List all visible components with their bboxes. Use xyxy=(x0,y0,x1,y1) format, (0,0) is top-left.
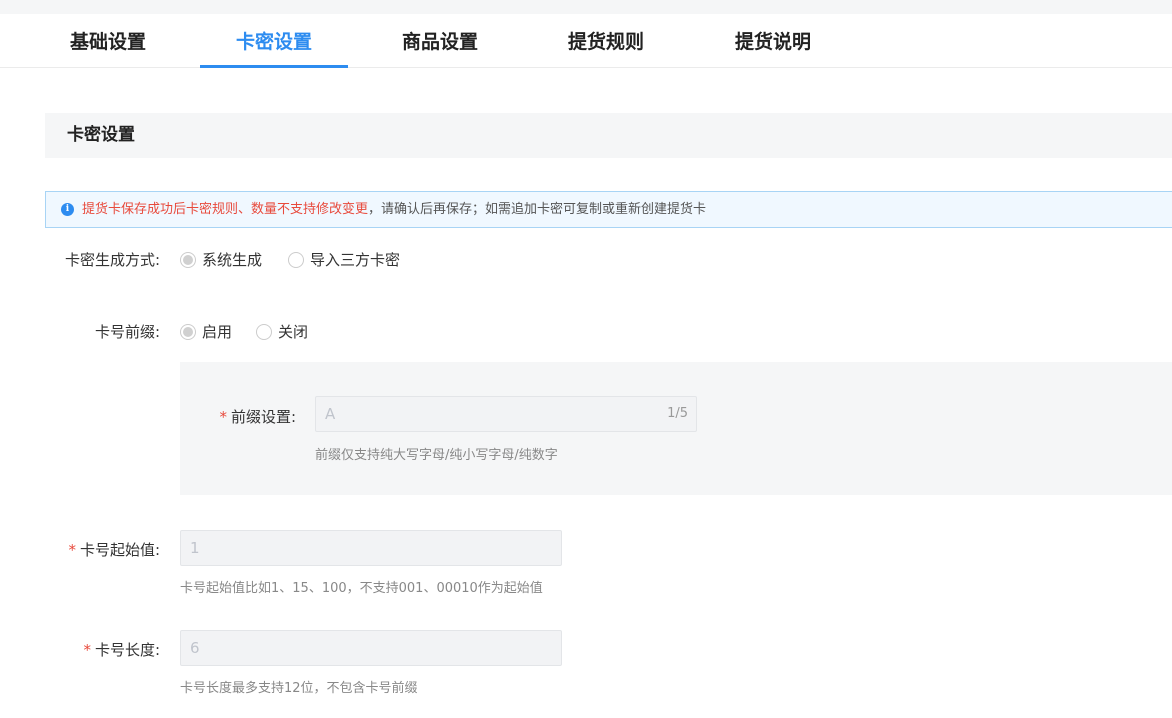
info-icon: i xyxy=(61,203,74,216)
required-asterisk: * xyxy=(83,641,91,659)
radio-label: 导入三方卡密 xyxy=(310,251,401,269)
tab-card-settings[interactable]: 卡密设置 xyxy=(200,14,348,68)
prefix-input[interactable]: A 1/5 xyxy=(315,396,697,432)
radio-circle-icon xyxy=(256,324,272,340)
notice-text: ，请确认后再保存；如需追加卡密可复制或重新创建提货卡 xyxy=(368,202,707,217)
radio-prefix-enable[interactable]: 启用 xyxy=(180,321,232,342)
start-value-hint: 卡号起始值比如1、15、100，不支持001、00010作为起始值 xyxy=(180,581,543,596)
radio-label: 启用 xyxy=(202,323,233,341)
length-label: * 卡号长度: xyxy=(83,639,160,660)
notice-warning-text: 提货卡保存成功后卡密规则、数量不支持修改变更 xyxy=(82,202,369,217)
prefix-label: 卡号前缀: xyxy=(94,323,160,341)
radio-system-generate[interactable]: 系统生成 xyxy=(180,249,262,270)
radio-label: 关闭 xyxy=(278,323,309,341)
tab-product-settings[interactable]: 商品设置 xyxy=(384,14,496,67)
length-hint: 卡号长度最多支持12位，不包含卡号前缀 xyxy=(180,681,418,696)
length-input-value: 6 xyxy=(190,639,200,657)
tab-basic-settings[interactable]: 基础设置 xyxy=(52,14,164,67)
start-value-label: * 卡号起始值: xyxy=(68,539,160,560)
prefix-setting-label-text: 前缀设置: xyxy=(230,408,296,426)
tab-pickup-rules[interactable]: 提货规则 xyxy=(550,14,662,67)
radio-circle-icon xyxy=(180,324,196,340)
start-value-label-text: 卡号起始值: xyxy=(79,541,160,559)
tab-bar: 基础设置 卡密设置 商品设置 提货规则 提货说明 xyxy=(0,14,1172,68)
required-asterisk: * xyxy=(68,541,76,559)
top-strip xyxy=(0,0,1172,14)
notice-banner: i 提货卡保存成功后卡密规则、数量不支持修改变更，请确认后再保存；如需追加卡密可… xyxy=(45,191,1172,228)
radio-circle-icon xyxy=(180,252,196,268)
prefix-hint: 前缀仅支持纯大写字母/纯小写字母/纯数字 xyxy=(315,448,558,463)
prefix-input-value: A xyxy=(325,405,336,423)
length-label-text: 卡号长度: xyxy=(94,641,160,659)
tab-pickup-instructions[interactable]: 提货说明 xyxy=(717,14,829,67)
radio-label: 系统生成 xyxy=(202,251,263,269)
section-title: 卡密设置 xyxy=(45,113,1172,158)
generation-method-label: 卡密生成方式: xyxy=(64,251,160,269)
start-value-input[interactable]: 1 xyxy=(180,530,562,566)
length-input[interactable]: 6 xyxy=(180,630,562,666)
prefix-char-counter: 1/5 xyxy=(667,406,688,421)
radio-import-third-party[interactable]: 导入三方卡密 xyxy=(288,249,400,270)
required-asterisk: * xyxy=(219,408,227,426)
radio-prefix-disable[interactable]: 关闭 xyxy=(256,321,308,342)
prefix-setting-label: * 前缀设置: xyxy=(219,406,296,427)
start-value-input-value: 1 xyxy=(190,539,200,557)
radio-circle-icon xyxy=(288,252,304,268)
